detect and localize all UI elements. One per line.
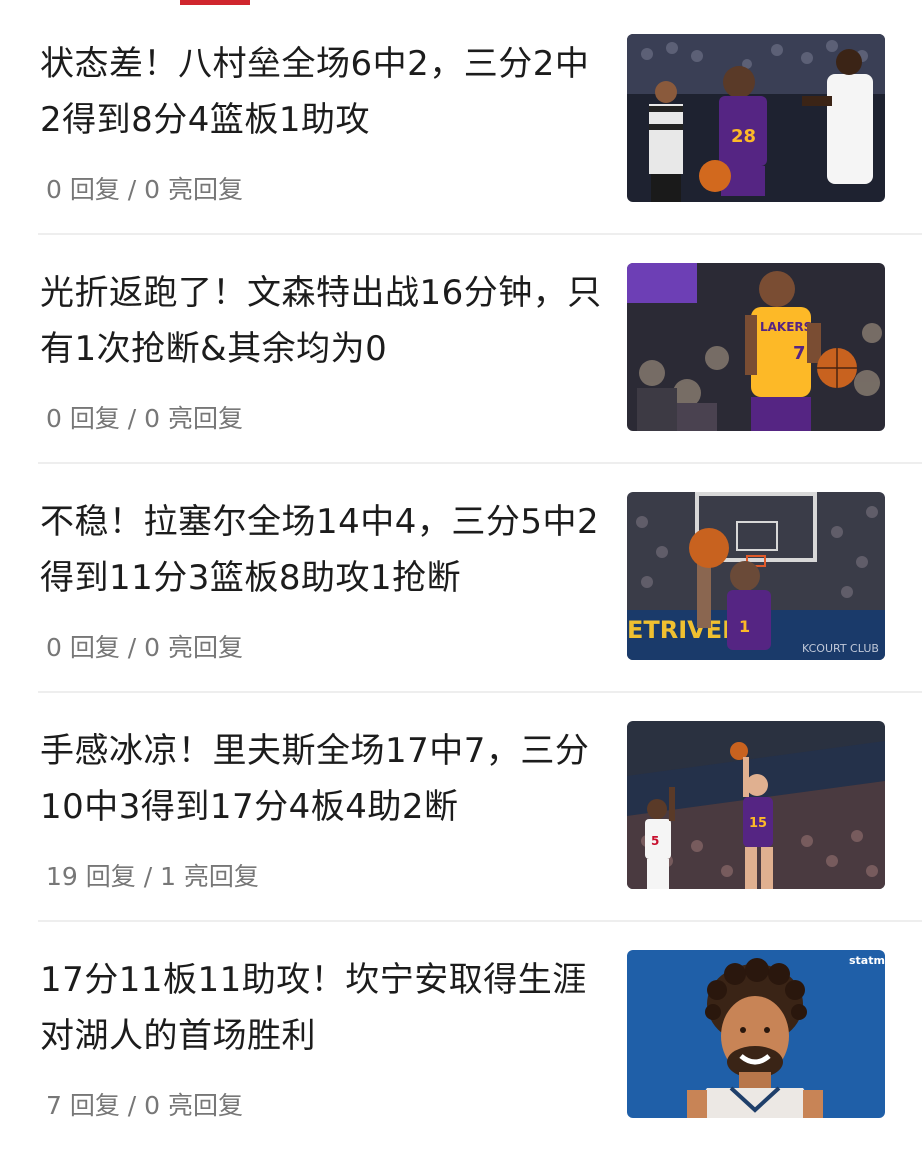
news-item[interactable]: 不稳！拉塞尔全场14中4，三分5中2得到11分3篮板8助攻1抢断 0 回复 / … <box>38 464 922 693</box>
news-thumbnail[interactable]: 28 <box>627 34 885 202</box>
news-item[interactable]: 17分11板11助攻！坎宁安取得生涯对湖人的首场胜利 7 回复 / 0 亮回复 … <box>38 922 922 1149</box>
svg-text:5: 5 <box>651 834 659 848</box>
banner-text: ETRIVER <box>627 616 741 644</box>
news-feed: 状态差！八村垒全场6中2，三分2中2得到8分4篮板1助攻 0 回复 / 0 亮回… <box>0 6 922 1149</box>
svg-text:LAKERS: LAKERS <box>760 320 812 334</box>
news-title[interactable]: 不稳！拉塞尔全场14中4，三分5中2得到11分3篮板8助攻1抢断 <box>40 494 610 606</box>
banner-text: KCOURT CLUB <box>802 642 879 655</box>
news-title[interactable]: 手感冰凉！里夫斯全场17中7，三分10中3得到17分4板4助2断 <box>40 723 610 835</box>
news-item[interactable]: 手感冰凉！里夫斯全场17中7，三分10中3得到17分4板4助2断 19 回复 /… <box>38 693 922 922</box>
svg-text:1: 1 <box>739 617 750 636</box>
reply-count: 19 回复 / 1 亮回复 <box>46 862 259 891</box>
news-thumbnail[interactable]: LAKERS 7 <box>627 263 885 431</box>
reply-count: 7 回复 / 0 亮回复 <box>46 1091 244 1120</box>
news-thumbnail[interactable]: 15 5 <box>627 721 885 889</box>
svg-text:28: 28 <box>731 126 756 147</box>
news-item[interactable]: 光折返跑了！文森特出战16分钟，只有1次抢断&其余均为0 0 回复 / 0 亮回… <box>38 235 922 464</box>
news-item[interactable]: 状态差！八村垒全场6中2，三分2中2得到8分4篮板1助攻 0 回复 / 0 亮回… <box>38 6 922 235</box>
active-tab-indicator <box>180 0 250 5</box>
news-thumbnail[interactable]: statm <box>627 950 885 1118</box>
reply-count: 0 回复 / 0 亮回复 <box>46 175 244 204</box>
news-thumbnail[interactable]: ETRIVER KCOURT CLUB 1 <box>627 492 885 660</box>
svg-text:7: 7 <box>793 343 806 364</box>
news-title[interactable]: 状态差！八村垒全场6中2，三分2中2得到8分4篮板1助攻 <box>40 36 610 148</box>
news-title[interactable]: 17分11板11助攻！坎宁安取得生涯对湖人的首场胜利 <box>40 952 610 1064</box>
news-title[interactable]: 光折返跑了！文森特出战16分钟，只有1次抢断&其余均为0 <box>40 265 610 377</box>
reply-count: 0 回复 / 0 亮回复 <box>46 404 244 433</box>
watermark-text: statm <box>849 954 885 967</box>
svg-text:15: 15 <box>749 816 767 831</box>
reply-count: 0 回复 / 0 亮回复 <box>46 633 244 662</box>
